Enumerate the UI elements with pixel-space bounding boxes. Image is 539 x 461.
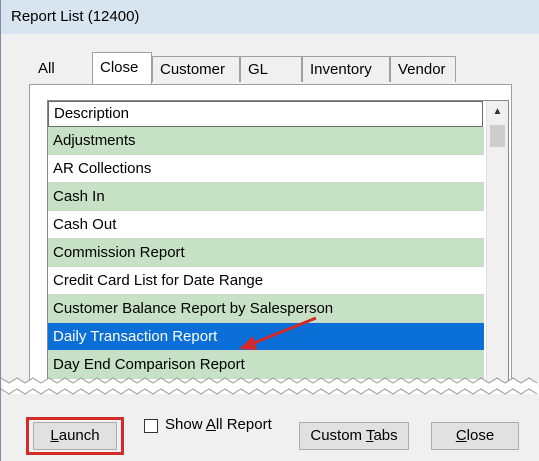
label-part: Custom — [310, 427, 366, 444]
list-item[interactable]: Customer Balance Report by Salesperson — [48, 295, 484, 323]
tab-all[interactable]: All — [31, 56, 61, 82]
launch-accel: L — [50, 427, 59, 444]
tab-label: GL — [248, 61, 269, 78]
label-accel: A — [205, 416, 216, 433]
close-button[interactable]: Close — [431, 422, 519, 450]
tab-customer[interactable]: Customer — [152, 56, 240, 82]
label-part: lose — [466, 427, 495, 444]
custom-tabs-button[interactable]: Custom Tabs — [299, 422, 409, 450]
scroll-thumb[interactable] — [490, 125, 505, 147]
tab-gl[interactable]: GL — [240, 56, 302, 82]
label-part: Show — [165, 416, 206, 433]
report-list-window: Report List (12400) All Close Customer G… — [0, 0, 539, 461]
list-item-selected[interactable]: Daily Transaction Report — [48, 323, 484, 351]
tab-inventory[interactable]: Inventory — [302, 56, 390, 82]
title-bar[interactable]: Report List (12400) — [1, 0, 539, 34]
torn-edge — [1, 377, 539, 395]
tab-vendor[interactable]: Vendor — [390, 56, 456, 82]
list-item[interactable]: Credit Card List for Date Range — [48, 267, 484, 295]
list-item[interactable]: Cash Out — [48, 211, 484, 239]
tab-label: Vendor — [398, 61, 446, 78]
list-item[interactable]: Adjustments — [48, 127, 484, 155]
label-part: ll Report — [215, 416, 272, 433]
tab-label: Close — [100, 59, 139, 76]
vertical-scrollbar[interactable]: ▲ — [486, 101, 508, 389]
launch-label: aunch — [58, 427, 100, 444]
list-item[interactable]: Commission Report — [48, 239, 484, 267]
tab-close[interactable]: Close — [92, 52, 152, 84]
report-rows: Adjustments AR Collections Cash In Cash Out… — [48, 127, 484, 379]
tab-strip: All Close Customer GL Inventory Vendor — [31, 52, 511, 84]
show-all-report-label[interactable]: Show All Report — [165, 416, 272, 433]
label-part: abs — [373, 427, 398, 444]
show-all-report-checkbox[interactable] — [144, 419, 158, 433]
tab-label: Customer — [160, 61, 226, 78]
list-item[interactable]: Cash In — [48, 183, 484, 211]
window-title: Report List (12400) — [11, 8, 140, 25]
list-item[interactable]: AR Collections — [48, 155, 484, 183]
column-header-description[interactable]: Description — [48, 101, 483, 127]
report-list[interactable]: Description Adjustments AR Collections Cas… — [47, 100, 509, 390]
label-accel: C — [455, 427, 467, 444]
launch-button[interactable]: Launch — [33, 422, 117, 450]
tab-label: Inventory — [310, 61, 372, 78]
scroll-up-icon[interactable]: ▲ — [487, 101, 508, 123]
tab-label: All — [38, 60, 55, 77]
